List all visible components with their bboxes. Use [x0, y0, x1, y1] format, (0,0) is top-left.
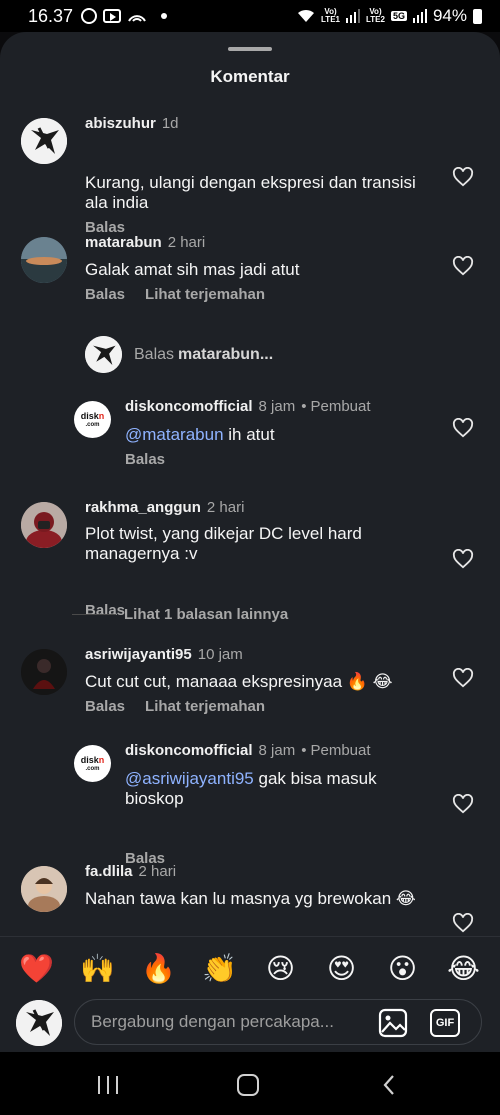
comment-username[interactable]: asriwijayanti95 10 jam — [85, 646, 243, 663]
comment-username[interactable]: abiszuhur 1d — [85, 115, 179, 132]
navigation-bar — [0, 1052, 500, 1115]
emoji-fire-button[interactable]: 🔥 — [139, 952, 179, 985]
heart-icon[interactable] — [452, 913, 474, 933]
view-more-label: Lihat 1 balasan lainnya — [124, 606, 289, 623]
emoji-heart-eyes-button[interactable]: 😍 — [322, 952, 362, 985]
battery-icon — [473, 8, 482, 24]
heart-icon[interactable] — [452, 256, 474, 276]
comment-username[interactable]: fa.dlila 2 hari — [85, 863, 176, 880]
reply-actions: Balas — [125, 451, 185, 468]
image-icon[interactable] — [378, 1008, 408, 1038]
reply-prompt-target: matarabun... — [178, 345, 274, 363]
my-avatar — [16, 1000, 62, 1046]
comment-text: Galak amat sih mas jadi atut — [85, 260, 300, 279]
reply-button[interactable]: Balas — [125, 451, 165, 468]
reply-prompt-prefix: Balas — [134, 345, 175, 363]
status-time: 16.37 — [28, 5, 74, 26]
comment-text: Kurang, ulangi dengan ekspresi dan trans… — [85, 173, 416, 212]
sim1-label: Vo) LTE1 — [321, 7, 340, 24]
comment-text: Plot twist, yang dikejar DC level hard m… — [85, 524, 362, 563]
avatar[interactable]: diskn .com — [74, 401, 111, 438]
avatar[interactable] — [21, 649, 67, 695]
sim2-label: Vo) LTE2 — [365, 7, 385, 24]
avatar[interactable] — [21, 502, 67, 548]
comment-actions: Balas Lihat terjemahan — [85, 286, 285, 303]
signal1-icon — [345, 9, 360, 23]
avatar[interactable] — [21, 118, 67, 164]
comments-sheet: Komentar abiszuhur 1d Kurang, ulangi deng… — [0, 32, 500, 1052]
gif-button[interactable]: GIF — [430, 1009, 460, 1037]
view-more-replies[interactable]: Lihat 1 balasan lainnya — [72, 606, 288, 623]
more-notifications-dot — [161, 13, 168, 19]
comment-actions: Balas Lihat terjemahan — [85, 698, 285, 715]
comment-username[interactable]: matarabun 2 hari — [85, 234, 205, 251]
emoji-reaction-row: ❤️ 🙌 🔥 👏 😢 😍 😮 😂 — [0, 936, 500, 1000]
avatar[interactable] — [21, 237, 67, 283]
avatar — [85, 336, 122, 373]
heart-icon[interactable] — [452, 668, 474, 688]
youtube-icon — [103, 9, 122, 23]
notification-icon — [81, 8, 98, 24]
translate-link[interactable]: Lihat terjemahan — [145, 286, 265, 303]
reply-button[interactable]: Balas — [85, 286, 125, 303]
reply-text: @asriwijayanti95 gak bisa masuk bioskop — [125, 769, 377, 808]
view-more-line — [72, 614, 116, 615]
emoji-cry-button[interactable]: 😢 — [261, 952, 301, 985]
heart-icon[interactable] — [452, 549, 474, 569]
heart-icon[interactable] — [452, 794, 474, 814]
emoji-wow-button[interactable]: 😮 — [383, 952, 423, 985]
reply-username[interactable]: diskoncomofficial 8 jam • Pembuat — [125, 742, 371, 759]
reply-text: @matarabun ih atut — [125, 425, 275, 444]
drag-handle[interactable] — [228, 47, 272, 51]
reply-prompt[interactable]: Balas matarabun... — [85, 336, 273, 373]
cast-icon — [128, 15, 146, 22]
emoji-heart-button[interactable]: ❤️ — [17, 952, 57, 985]
avatar[interactable] — [21, 866, 67, 912]
heart-icon[interactable] — [452, 418, 474, 438]
mention-link[interactable]: @matarabun — [125, 425, 224, 444]
emoji-clap-button[interactable]: 👏 — [200, 952, 240, 985]
battery-percent: 94% — [432, 6, 467, 25]
reply-username[interactable]: diskoncomofficial 8 jam • Pembuat — [125, 398, 371, 415]
recent-apps-icon[interactable] — [98, 1076, 120, 1094]
home-icon[interactable] — [237, 1074, 259, 1096]
emoji-raised-hands-button[interactable]: 🙌 — [78, 952, 118, 985]
network-badge: 5G — [390, 11, 407, 21]
comment-text: Nahan tawa kan lu masnya yg brewokan 😂 — [85, 889, 416, 908]
translate-link[interactable]: Lihat terjemahan — [145, 698, 265, 715]
reply-button[interactable]: Balas — [85, 698, 125, 715]
status-bar: 16.37 Vo) LTE1 Vo) LTE2 5G 94% — [0, 0, 500, 32]
emoji-laugh-button[interactable]: 😂 — [444, 952, 484, 985]
comment-input-row: Bergabung dengan percakapa... GIF — [0, 995, 500, 1052]
wifi-icon — [298, 9, 315, 22]
comment-text: Cut cut cut, manaaa ekspresinyaa 🔥 😂 — [85, 672, 393, 691]
mention-link[interactable]: @asriwijayanti95 — [125, 769, 254, 788]
heart-icon[interactable] — [452, 167, 474, 187]
comment-input[interactable]: Bergabung dengan percakapa... GIF — [74, 999, 482, 1045]
back-icon[interactable] — [383, 1074, 395, 1096]
sheet-title: Komentar — [210, 67, 290, 86]
signal2-icon — [412, 9, 427, 23]
avatar[interactable]: diskn .com — [74, 745, 111, 782]
comment-input-placeholder: Bergabung dengan percakapa... — [91, 1012, 334, 1031]
comment-username[interactable]: rakhma_anggun 2 hari — [85, 499, 244, 516]
